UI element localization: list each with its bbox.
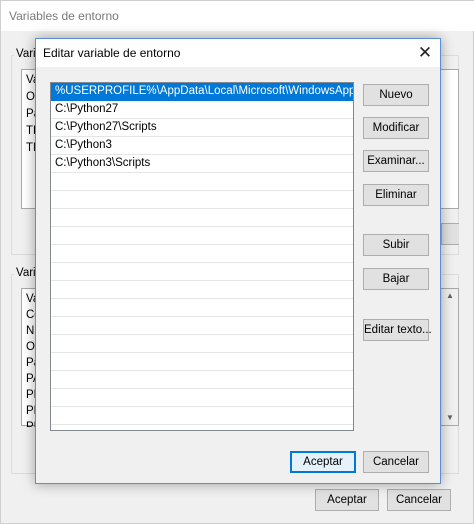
- ok-button[interactable]: Aceptar: [290, 451, 356, 473]
- path-row[interactable]: C:\Python3: [51, 137, 353, 155]
- path-list[interactable]: %USERPROFILE%\AppData\Local\Microsoft\Wi…: [50, 82, 354, 431]
- scroll-down-arrow-icon[interactable]: ▼: [442, 411, 458, 425]
- system-variables-list-edge: ▲ ▼: [441, 288, 459, 426]
- background-cancel-button[interactable]: Cancelar: [387, 489, 451, 511]
- empty-path-row[interactable]: [51, 317, 353, 335]
- path-row[interactable]: C:\Python3\Scripts: [51, 155, 353, 173]
- empty-path-row[interactable]: [51, 227, 353, 245]
- background-window-title: Variables de entorno: [9, 9, 119, 23]
- path-text: C:\Python3\Scripts: [55, 157, 151, 169]
- close-icon[interactable]: ✕: [414, 42, 436, 64]
- browse-button[interactable]: Examinar...: [363, 150, 429, 172]
- path-text: C:\Python27\Scripts: [55, 121, 157, 133]
- empty-path-row[interactable]: [51, 407, 353, 425]
- path-row[interactable]: C:\Python27: [51, 101, 353, 119]
- empty-path-row[interactable]: [51, 371, 353, 389]
- empty-path-row[interactable]: [51, 209, 353, 227]
- system-variables-scrollbar[interactable]: ▲ ▼: [441, 289, 458, 425]
- empty-path-row[interactable]: [51, 281, 353, 299]
- dialog-title: Editar variable de entorno: [43, 46, 181, 60]
- move-up-button[interactable]: Subir: [363, 234, 429, 256]
- empty-path-row[interactable]: [51, 389, 353, 407]
- background-ok-button[interactable]: Aceptar: [315, 489, 379, 511]
- empty-path-row[interactable]: [51, 299, 353, 317]
- path-text: C:\Python27: [55, 103, 119, 115]
- empty-path-row[interactable]: [51, 353, 353, 371]
- user-variables-list-edge: [441, 69, 459, 209]
- path-row-selected[interactable]: %USERPROFILE%\AppData\Local\Microsoft\Wi…: [51, 83, 353, 101]
- empty-path-row[interactable]: [51, 173, 353, 191]
- empty-path-row[interactable]: [51, 335, 353, 353]
- edit-environment-variable-dialog: Editar variable de entorno ✕ %USERPROFIL…: [35, 38, 441, 484]
- user-variables-hidden-button[interactable]: [441, 223, 459, 245]
- cancel-button[interactable]: Cancelar: [363, 451, 429, 473]
- edit-button[interactable]: Modificar: [363, 117, 429, 139]
- empty-path-row[interactable]: [51, 425, 353, 430]
- move-down-button[interactable]: Bajar: [363, 268, 429, 290]
- empty-path-row[interactable]: [51, 191, 353, 209]
- path-text: C:\Python3: [55, 139, 112, 151]
- empty-path-row[interactable]: [51, 263, 353, 281]
- edit-text-button[interactable]: Editar texto...: [363, 319, 432, 341]
- delete-button[interactable]: Eliminar: [363, 184, 429, 206]
- new-button[interactable]: Nuevo: [363, 84, 429, 106]
- scroll-up-arrow-icon[interactable]: ▲: [442, 289, 458, 303]
- path-text: %USERPROFILE%\AppData\Local\Microsoft\Wi…: [55, 85, 354, 97]
- path-row[interactable]: C:\Python27\Scripts: [51, 119, 353, 137]
- empty-path-row[interactable]: [51, 245, 353, 263]
